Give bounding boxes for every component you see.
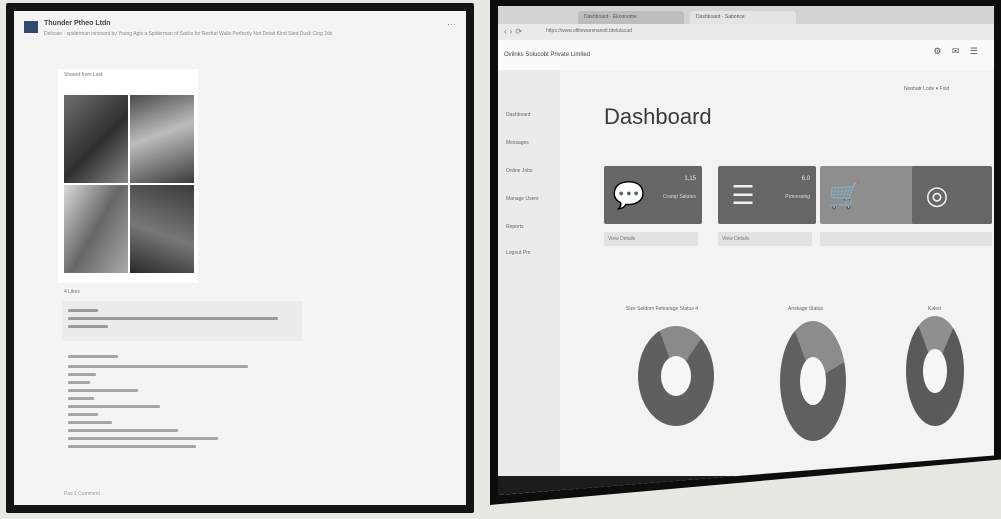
comment-line xyxy=(68,317,278,320)
thread-line xyxy=(68,355,118,358)
photo-4[interactable] xyxy=(130,185,194,273)
header-user-menu[interactable]: Noobatr Lode ▾ Fold xyxy=(904,86,949,92)
thread-line xyxy=(68,397,94,400)
stat-label: Cramp Salutes xyxy=(662,194,696,200)
thread-line xyxy=(68,381,90,384)
header-tools-icon[interactable]: ⚙ ✉ ☰ xyxy=(933,46,982,57)
comment-author xyxy=(68,309,98,312)
sidebar-item-jobs[interactable]: Online Jobs xyxy=(506,168,532,174)
donut-hole xyxy=(660,356,692,396)
browser-tab-active[interactable]: Dashboard · Sabonce xyxy=(690,11,796,24)
post-header: Thunder Ptheo Ltdn Delicate · spiderman … xyxy=(24,19,456,49)
donut-chart-2[interactable] xyxy=(780,321,846,441)
view-details-link[interactable]: View Details xyxy=(604,232,698,246)
thread-line xyxy=(68,365,248,368)
app-header: Ovilnks Solucobt Private Limited ⚙ ✉ ☰ xyxy=(498,40,994,70)
taskbar-clock[interactable]: 12:23 PM xyxy=(950,480,976,486)
dashboard-screen: Dashboard · Ekoonome Dashboard · Sabonce… xyxy=(498,6,994,496)
brand-name: Ovilnks Solucobt Private Limited xyxy=(504,52,591,58)
view-details-link[interactable]: View Details xyxy=(718,232,812,246)
donut-chart-3[interactable] xyxy=(906,316,964,426)
stat-number: 1,15 xyxy=(684,176,696,182)
social-post-screen: Thunder Ptheo Ltdn Delicate · spiderman … xyxy=(14,11,466,505)
page-logo[interactable] xyxy=(24,21,38,33)
share-title: Shared from Laid xyxy=(64,72,103,78)
browser-tab[interactable]: Dashboard · Ekoonome xyxy=(578,11,684,24)
comment-line xyxy=(68,325,108,328)
left-monitor-frame: Thunder Ptheo Ltdn Delicate · spiderman … xyxy=(6,3,474,513)
comments-footer[interactable]: Pas 1 Comment xyxy=(64,491,100,497)
donut-hole xyxy=(923,349,947,393)
chart-title-1: Size Seldom Feteurage Status 4 xyxy=(626,306,698,312)
nav-arrows-icon[interactable]: ‹›⟳ xyxy=(504,27,525,36)
stat-card-orders[interactable]: 🛒 xyxy=(820,166,918,224)
list-icon: ☰ xyxy=(731,180,755,210)
sidebar: Dashboard Messages Online Jobs Manage Us… xyxy=(498,70,560,496)
os-taskbar: 12:23 PM xyxy=(498,476,994,496)
stat-card-support[interactable]: ◎ xyxy=(912,166,992,224)
sidebar-item-messages[interactable]: Messages xyxy=(506,140,529,146)
donut-hole xyxy=(799,357,827,405)
right-monitor-frame: Dashboard · Ekoonome Dashboard · Sabonce… xyxy=(490,0,1001,505)
thread-line xyxy=(68,373,96,376)
card-footer[interactable] xyxy=(912,232,992,246)
shared-photo-card: Shared from Laid xyxy=(58,69,198,283)
page-name[interactable]: Thunder Ptheo Ltdn xyxy=(44,20,111,27)
thread-line xyxy=(68,445,196,448)
thread-line xyxy=(68,437,218,440)
more-options-icon[interactable]: ⋯ xyxy=(447,19,456,30)
comment-thread xyxy=(62,351,262,491)
stat-number: 6,0 xyxy=(801,176,810,182)
donut-chart-1[interactable] xyxy=(638,326,714,426)
thread-line xyxy=(68,421,112,424)
chart-title-3: Kaled xyxy=(928,306,941,312)
sidebar-item-users[interactable]: Manage Users xyxy=(506,196,539,202)
likes-count[interactable]: 4 Likes xyxy=(64,289,80,295)
photo-1[interactable] xyxy=(64,95,128,183)
lifebuoy-icon: ◎ xyxy=(925,180,949,210)
chat-bubbles-icon: 💬 xyxy=(612,180,646,210)
chart-title-2: Anskage Status xyxy=(788,306,824,312)
url-text[interactable]: https://www.oflitewarsnanolt.tdelulacad xyxy=(546,28,632,34)
post-description: Delicate · spiderman innocent by Young A… xyxy=(44,31,333,37)
photo-grid xyxy=(64,95,194,273)
card-footer[interactable] xyxy=(820,232,914,246)
thread-line xyxy=(68,389,138,392)
address-bar[interactable]: ‹›⟳ https://www.oflitewarsnanolt.tdelula… xyxy=(498,24,994,40)
page-title: Dashboard xyxy=(604,104,712,129)
comment-box xyxy=(62,301,302,341)
thread-line xyxy=(68,413,98,416)
photo-3[interactable] xyxy=(64,185,128,273)
sidebar-item-reports[interactable]: Reports xyxy=(506,224,524,230)
photo-2[interactable] xyxy=(130,95,194,183)
sidebar-item-logout[interactable]: Logout Prn xyxy=(506,250,530,256)
stat-card-processing[interactable]: ☰ 6,0 Processing xyxy=(718,166,816,224)
thread-line xyxy=(68,405,160,408)
browser-tab-bar: Dashboard · Ekoonome Dashboard · Sabonce xyxy=(498,6,994,24)
thread-line xyxy=(68,429,178,432)
stat-card-sales[interactable]: 💬 1,15 Cramp Salutes xyxy=(604,166,702,224)
stat-label: Processing xyxy=(785,194,810,200)
cart-icon: 🛒 xyxy=(828,180,862,210)
sidebar-item-dashboard[interactable]: Dashboard xyxy=(506,112,530,118)
